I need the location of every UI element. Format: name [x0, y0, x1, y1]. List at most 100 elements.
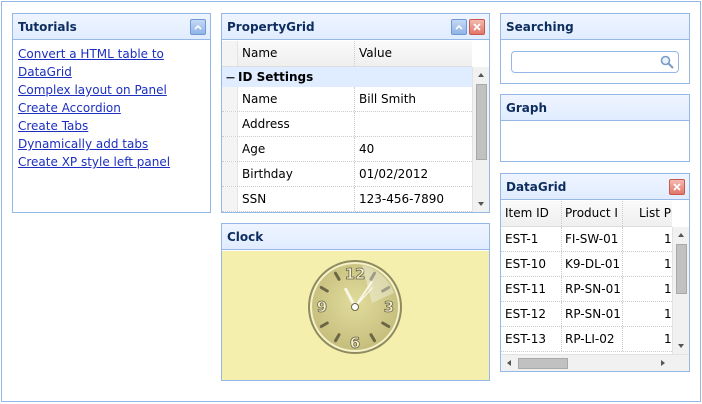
- tutorial-links: Convert a HTML table to DataGrid Complex…: [13, 41, 210, 175]
- property-row[interactable]: Age 40: [222, 137, 472, 162]
- chevron-up-icon: [455, 24, 463, 30]
- collapse-button[interactable]: [451, 19, 467, 35]
- group-label: ID Settings: [238, 70, 314, 84]
- column-header-value[interactable]: Value: [359, 46, 392, 60]
- property-row[interactable]: SSN 123-456-7890: [222, 187, 472, 212]
- datagrid-panel-header[interactable]: DataGrid: [501, 174, 689, 200]
- panel-title: Graph: [506, 101, 547, 115]
- collapse-minus-icon[interactable]: [226, 73, 235, 82]
- cell-product-id: K9-DL-01: [565, 257, 621, 271]
- propertygrid-header-row: Name Value: [222, 41, 472, 67]
- property-row[interactable]: Birthday 01/02/2012: [222, 162, 472, 187]
- panel-title: PropertyGrid: [227, 20, 315, 34]
- property-name: Address: [242, 117, 290, 131]
- graph-body: [501, 122, 689, 161]
- tutorials-panel-header[interactable]: Tutorials: [13, 14, 210, 40]
- property-name: Birthday: [242, 167, 293, 181]
- table-row[interactable]: EST-1 FI-SW-01 1: [501, 227, 672, 252]
- panel-title: Clock: [227, 230, 264, 244]
- analog-clock: 12 3 6 9: [308, 260, 402, 354]
- scrollbar-thumb[interactable]: [676, 244, 687, 294]
- search-icon[interactable]: [659, 54, 675, 70]
- close-icon: [673, 183, 681, 191]
- tutorial-link-convert-table[interactable]: Convert a HTML table to DataGrid: [18, 45, 205, 81]
- column-header-item-id[interactable]: Item ID: [505, 206, 561, 220]
- property-row[interactable]: Name Bill Smith: [222, 87, 472, 112]
- tutorial-link-complex-layout[interactable]: Complex layout on Panel: [18, 81, 205, 99]
- searching-panel: Searching: [500, 13, 690, 84]
- graph-panel-header[interactable]: Graph: [501, 95, 689, 121]
- scroll-left-arrow[interactable]: [507, 360, 511, 366]
- horizontal-scrollbar[interactable]: [501, 354, 689, 371]
- close-button[interactable]: [669, 179, 685, 195]
- graph-panel: Graph: [500, 94, 690, 162]
- scroll-up-arrow[interactable]: [678, 233, 684, 237]
- tutorial-link-create-tabs[interactable]: Create Tabs: [18, 117, 205, 135]
- search-input[interactable]: [516, 52, 656, 72]
- property-name: SSN: [242, 192, 267, 206]
- scroll-up-arrow[interactable]: [478, 73, 484, 77]
- tutorial-link-create-accordion[interactable]: Create Accordion: [18, 99, 205, 117]
- scrollbar-thumb[interactable]: [476, 84, 487, 160]
- cell-item-id: EST-11: [505, 282, 547, 296]
- vertical-scrollbar[interactable]: [672, 227, 689, 354]
- scrollbar-thumb[interactable]: [518, 358, 568, 369]
- column-header-product-id[interactable]: Product I: [565, 206, 620, 220]
- clock-numeral-3: 3: [384, 298, 394, 316]
- panel-title: Tutorials: [18, 20, 77, 34]
- vertical-scrollbar[interactable]: [472, 67, 489, 212]
- scroll-down-arrow[interactable]: [478, 202, 484, 206]
- cell-product-id: RP-LI-02: [565, 332, 615, 346]
- clock-panel: Clock 12 3 6 9: [221, 223, 490, 381]
- cell-item-id: EST-13: [505, 332, 547, 346]
- cell-item-id: EST-1: [505, 232, 539, 246]
- scroll-down-arrow[interactable]: [678, 344, 684, 348]
- cell-product-id: RP-SN-01: [565, 282, 621, 296]
- property-value[interactable]: Bill Smith: [359, 92, 416, 106]
- property-value[interactable]: 40: [359, 142, 374, 156]
- propertygrid-body: Name Value ID Settings Name Bill Smith A…: [222, 41, 489, 212]
- clock-numeral-9: 9: [317, 298, 327, 316]
- tutorial-link-xp-panel[interactable]: Create XP style left panel: [18, 153, 205, 171]
- tutorial-link-dynamic-tabs[interactable]: Dynamically add tabs: [18, 135, 205, 153]
- cell-product-id: FI-SW-01: [565, 232, 619, 246]
- property-value[interactable]: 123-456-7890: [359, 192, 444, 206]
- clock-panel-header[interactable]: Clock: [222, 224, 489, 250]
- search-box[interactable]: [511, 51, 679, 73]
- close-icon: [473, 23, 481, 31]
- collapse-button[interactable]: [190, 19, 206, 35]
- property-name: Name: [242, 92, 278, 106]
- clock-body: 12 3 6 9: [222, 251, 489, 380]
- property-row[interactable]: Address: [222, 112, 472, 137]
- clock-numeral-12: 12: [345, 265, 366, 283]
- property-value[interactable]: 01/02/2012: [359, 167, 428, 181]
- cell-item-id: EST-10: [505, 257, 547, 271]
- close-button[interactable]: [469, 19, 485, 35]
- propertygrid-panel-header[interactable]: PropertyGrid: [222, 14, 489, 40]
- cell-list-price: 1: [664, 257, 672, 271]
- table-row[interactable]: EST-13 RP-LI-02 1: [501, 327, 672, 352]
- scroll-right-arrow[interactable]: [661, 360, 665, 366]
- propertygrid-panel: PropertyGrid Name Value ID Settings Name…: [221, 13, 490, 213]
- table-row[interactable]: EST-11 RP-SN-01 1: [501, 277, 672, 302]
- column-header-list-price[interactable]: List Price: [639, 206, 672, 220]
- column-divider[interactable]: [354, 41, 355, 66]
- group-row-id-settings[interactable]: ID Settings: [222, 67, 472, 87]
- cell-item-id: EST-12: [505, 307, 547, 321]
- datagrid-body: Item ID Product I List Price EST-1 FI-SW…: [501, 201, 689, 371]
- cell-list-price: 1: [664, 232, 672, 246]
- tutorials-panel: Tutorials Convert a HTML table to DataGr…: [12, 13, 211, 213]
- column-header-name[interactable]: Name: [242, 46, 277, 60]
- row-gutter: [222, 41, 238, 66]
- datagrid-header-row: Item ID Product I List Price: [501, 201, 672, 227]
- chevron-up-icon: [194, 24, 202, 30]
- property-name: Age: [242, 142, 266, 156]
- searching-panel-header[interactable]: Searching: [501, 14, 689, 40]
- cell-list-price: 1: [664, 307, 672, 321]
- table-row[interactable]: EST-12 RP-SN-01 1: [501, 302, 672, 327]
- datagrid-panel: DataGrid Item ID Product I List Price ES…: [500, 173, 690, 372]
- cell-list-price: 1: [664, 332, 672, 346]
- table-row[interactable]: EST-10 K9-DL-01 1: [501, 252, 672, 277]
- cell-product-id: RP-SN-01: [565, 307, 621, 321]
- panel-title: Searching: [506, 20, 574, 34]
